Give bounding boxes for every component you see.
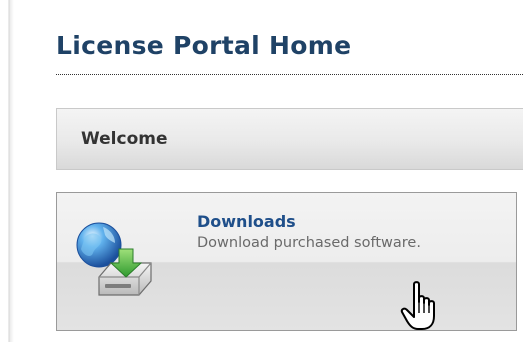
title-underline (56, 74, 523, 75)
left-edge-divider (0, 0, 14, 342)
hand-pointer-icon (400, 281, 435, 330)
downloads-description: Download purchased software. (197, 235, 421, 251)
downloads-tile[interactable]: Downloads Download purchased software. (56, 192, 517, 331)
download-drive-icon (76, 222, 152, 296)
welcome-label: Welcome (81, 129, 168, 149)
license-portal-page: License Portal Home Welcome Downloads Do… (0, 0, 523, 342)
page-title: License Portal Home (56, 31, 352, 60)
downloads-title-link[interactable]: Downloads (197, 212, 296, 231)
welcome-section-header: Welcome (56, 108, 523, 170)
